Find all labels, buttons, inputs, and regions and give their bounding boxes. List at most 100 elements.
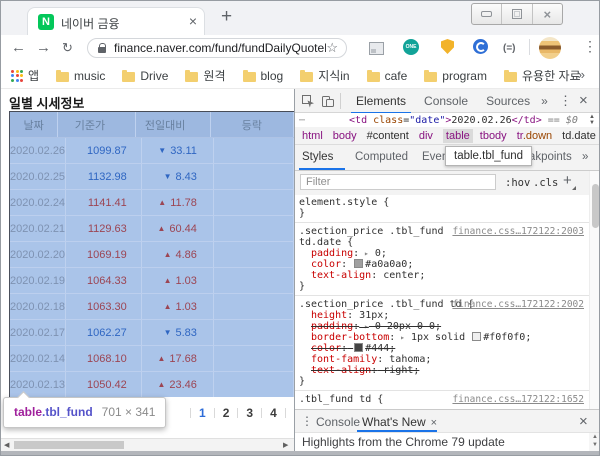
selected-dom-node[interactable]: ⋯ <td class="date">2020.02.26</td> == $0 <box>295 113 600 127</box>
css-property[interactable]: text-align: center; <box>295 270 589 281</box>
scroll-left-icon[interactable]: ◀ <box>4 441 9 449</box>
devtools-tab-elements[interactable]: Elements <box>347 89 415 113</box>
css-selector[interactable]: .section_price .tbl_fund td {finance.css… <box>295 299 589 310</box>
new-style-rule-dropdown-icon[interactable] <box>572 186 576 190</box>
scrollbar-thumb[interactable] <box>592 184 599 228</box>
inspect-element-icon[interactable] <box>301 94 315 108</box>
bookmark-folder[interactable]: Drive <box>122 69 168 83</box>
breadcrumb-item[interactable]: body <box>333 130 357 142</box>
browser-tab[interactable]: N 네이버 금융 × <box>27 7 205 35</box>
drawer-tab-whats-new[interactable]: What's New× <box>362 415 437 429</box>
device-toolbar-icon[interactable] <box>321 94 335 108</box>
drawer-close-icon[interactable]: × <box>579 413 588 430</box>
bookmark-folder[interactable]: music <box>56 69 105 83</box>
cell-extra <box>214 372 294 397</box>
page-number[interactable]: 3 <box>246 406 253 420</box>
bookmark-apps[interactable]: 앱 <box>11 67 39 84</box>
tab-close-icon[interactable]: × <box>431 417 437 429</box>
styles-filter-input[interactable] <box>300 174 496 190</box>
drawer-menu-icon[interactable]: ⋮ <box>301 414 313 428</box>
devtools-close-icon[interactable]: × <box>579 92 588 109</box>
css-selector[interactable]: .tbl_fund td {finance.css…172122:1652▼ <box>295 394 589 405</box>
page-number[interactable]: 4 <box>270 406 277 420</box>
tab-styles[interactable]: Styles <box>302 151 333 163</box>
expand-arrow-icon[interactable]: ▸ <box>395 333 405 342</box>
window-minimize-button[interactable] <box>472 4 501 24</box>
forward-button[interactable]: → <box>36 39 51 56</box>
toggle-class-button[interactable]: .cls <box>533 177 558 189</box>
breadcrumb-item[interactable]: tr.down <box>517 130 552 142</box>
bookmark-star-icon[interactable]: ☆ <box>326 40 338 56</box>
css-selector[interactable]: td.date { <box>295 237 589 248</box>
scrollbar-thumb[interactable] <box>14 441 124 449</box>
breadcrumb-item[interactable]: tbody <box>480 130 507 142</box>
bookmark-folder[interactable]: 원격 <box>185 67 225 84</box>
color-swatch[interactable] <box>354 343 363 352</box>
extension-blue-icon[interactable] <box>473 39 488 54</box>
bookmark-folder[interactable]: program <box>424 69 487 83</box>
css-selector[interactable]: .section_price .tbl_fundfinance.css…1721… <box>295 226 589 237</box>
css-property[interactable]: height: 31px; <box>295 310 589 321</box>
cell-price: 1050.42 <box>66 372 142 397</box>
node-stepper-icon[interactable]: ▲▼ <box>589 114 595 126</box>
styles-scrollbar[interactable] <box>589 171 600 409</box>
color-swatch[interactable] <box>354 259 363 268</box>
address-bar[interactable]: finance.naver.com/fund/fundDailyQuoteLis… <box>87 38 347 58</box>
back-button[interactable]: ← <box>11 39 26 56</box>
toggle-pseudo-button[interactable]: :hov <box>505 177 530 189</box>
devtools-tabs-overflow-icon[interactable]: » <box>541 94 548 108</box>
window-maximize-button[interactable] <box>501 4 531 24</box>
url-text[interactable]: finance.naver.com/fund/fundDailyQuoteLis… <box>114 41 326 55</box>
page-horizontal-scrollbar[interactable]: ◀ ▶ <box>1 438 294 451</box>
stylesheet-link[interactable]: finance.css…172122:1652 <box>452 394 584 405</box>
css-property[interactable]: font-family: tahoma; <box>295 354 589 365</box>
color-swatch[interactable] <box>472 332 481 341</box>
css-property[interactable]: color: #a0a0a0; <box>295 259 589 270</box>
extension-one-icon[interactable]: ONE <box>403 39 419 55</box>
reload-button[interactable]: ↻ <box>62 40 73 56</box>
drawer-scroll-stepper[interactable]: ▲▼ <box>589 433 600 451</box>
page-number[interactable]: 1 <box>199 406 206 420</box>
page-number[interactable]: 2 <box>223 406 230 420</box>
bookmark-folder[interactable]: 유용한 자료 <box>504 67 581 84</box>
css-property[interactable]: padding: ▸ 0 20px 0 0; <box>295 321 589 332</box>
css-property[interactable]: padding: ▸ 0; <box>295 248 589 259</box>
breadcrumb-item[interactable]: html <box>302 130 323 142</box>
breadcrumb-item[interactable]: td.date <box>562 130 596 142</box>
bookmark-folder[interactable]: blog <box>243 69 284 83</box>
profile-avatar[interactable] <box>539 37 561 59</box>
new-tab-button[interactable]: + <box>221 6 232 28</box>
window-close-button[interactable]: × <box>532 4 562 24</box>
collapsed-dots[interactable]: ⋯ <box>299 115 305 126</box>
bookmark-folder[interactable]: 지식in <box>300 67 349 84</box>
bookmarks-overflow-icon[interactable]: » <box>578 67 585 82</box>
cell-price: 1069.19 <box>66 242 142 267</box>
new-style-rule-button[interactable]: + <box>563 172 572 189</box>
scroll-right-icon[interactable]: ▶ <box>283 441 288 449</box>
css-property[interactable]: text-align: right; <box>295 365 589 376</box>
css-selector[interactable]: element.style { <box>295 197 589 208</box>
stylesheet-link[interactable]: finance.css…172122:2003 <box>452 226 584 237</box>
active-tab-underline <box>299 168 345 170</box>
devtools-tab-sources[interactable]: Sources <box>477 89 539 113</box>
breadcrumb-item[interactable]: div <box>419 130 433 142</box>
css-property[interactable]: border-bottom: ▸ 1px solid #f0f0f0; <box>295 332 589 343</box>
breadcrumb-item[interactable]: #content <box>367 130 409 142</box>
tab-close-icon[interactable]: × <box>189 13 197 29</box>
bookmarks-bar: 앱 music Drive 원격 blog 지식in cafe program 유용한 자료 <box>1 63 599 89</box>
drawer-tab-console[interactable]: Console <box>316 415 360 429</box>
breadcrumb-item[interactable]: table <box>443 129 473 143</box>
expand-arrow-icon[interactable]: ▸ <box>359 322 369 331</box>
devtools-menu-icon[interactable]: ⋮ <box>559 93 572 109</box>
extension-collapsed-icon[interactable]: (=) <box>503 43 516 54</box>
styles-tabs-overflow-icon[interactable]: » <box>582 151 588 163</box>
up-triangle-icon: ▲ <box>164 276 172 285</box>
expand-arrow-icon[interactable]: ▸ <box>359 249 369 258</box>
css-property[interactable]: color: #444; <box>295 343 589 354</box>
stylesheet-link[interactable]: finance.css…172122:2002 <box>452 299 584 310</box>
chrome-menu-icon[interactable]: ⋮ <box>583 38 597 55</box>
devtools-tab-console[interactable]: Console <box>415 89 477 113</box>
tab-computed[interactable]: Computed <box>355 151 408 163</box>
bookmark-folder[interactable]: cafe <box>367 69 408 83</box>
extension-screenshot-icon[interactable] <box>369 42 384 55</box>
